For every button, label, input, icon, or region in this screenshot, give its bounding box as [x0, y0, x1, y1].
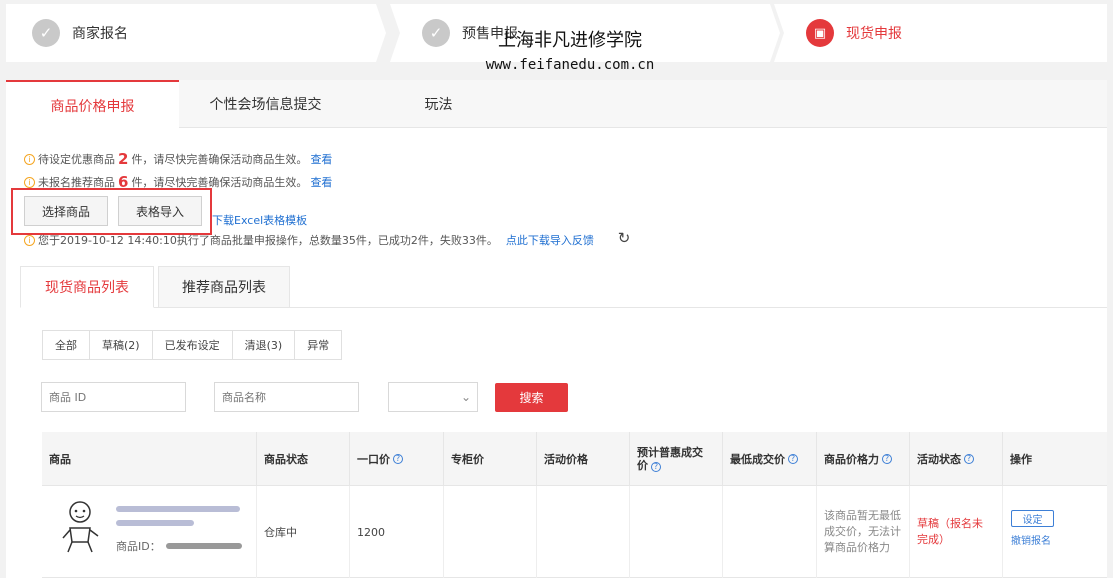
help-icon[interactable]: ? [964, 454, 974, 464]
col-operation: 操作 [1010, 452, 1032, 466]
select-product-button[interactable]: 选择商品 [24, 196, 108, 226]
col-price: 一口价? [350, 432, 444, 486]
status-filter: 全部 草稿(2) 已发布设定 清退(3) 异常 [42, 330, 343, 360]
col-lowest-price: 最低成交价? [723, 432, 817, 486]
col-estimated-price: 预计普惠成交价? [630, 432, 723, 486]
cell-activity-price [537, 486, 630, 578]
col-counter-price: 专柜价 [444, 432, 537, 486]
col-activity-price: 活动价格 [537, 432, 630, 486]
table-row: 商品ID： 仓库中 1200 该商品暂无最低成交价，无法计算商品价格力 草稿（报… [42, 486, 1107, 578]
cell-status: 仓库中 [257, 486, 350, 578]
download-feedback-link[interactable]: 点此下载导入反馈 [506, 232, 594, 248]
cancel-signup-link[interactable]: 撤销报名 [1011, 532, 1051, 547]
notice-pending-discount: i 待设定优惠商品 2 件，请尽快完善确保活动商品生效。 查看 [24, 150, 332, 168]
download-template-link[interactable]: 下载Excel表格模板 [212, 212, 307, 228]
cell-lowest-price [723, 486, 817, 578]
watermark: 上海非凡进修学院 www.feifanedu.com.cn [400, 30, 740, 75]
cell-price-power: 该商品暂无最低成交价，无法计算商品价格力 [817, 486, 910, 578]
product-id-input[interactable] [41, 382, 186, 412]
info-icon: i [24, 153, 35, 165]
info-icon: i [24, 234, 35, 246]
filter-removed[interactable]: 清退(3) [232, 331, 296, 359]
price-power-note: 该商品暂无最低成交价，无法计算商品价格力 [824, 509, 901, 554]
help-icon[interactable]: ? [651, 462, 661, 472]
watermark-url: www.feifanedu.com.cn [485, 57, 655, 73]
step-merchant-signup: ✓ 商家报名 [6, 4, 386, 62]
table-header: 商品 商品状态 一口价? 专柜价 活动价格 预计普惠成交价? 最低成交价? 商品… [42, 432, 1107, 486]
help-icon[interactable]: ? [882, 454, 892, 464]
tab-price-declare[interactable]: 商品价格申报 [6, 80, 179, 129]
help-icon[interactable]: ? [788, 454, 798, 464]
main-tabs: 商品价格申报 个性会场信息提交 玩法 [6, 80, 1107, 129]
tab-stock-products[interactable]: 现货商品列表 [20, 266, 154, 308]
filter-all[interactable]: 全部 [43, 331, 90, 359]
table-import-button[interactable]: 表格导入 [118, 196, 202, 226]
product-id-label: 商品ID： [116, 540, 161, 553]
box-icon: ▣ [806, 19, 834, 47]
chevron-down-icon: ⌄ [460, 390, 471, 404]
set-button[interactable]: 设定 [1011, 510, 1054, 527]
step-stock-declare: ▣ 现货申报 [774, 4, 1107, 62]
pending-count: 2 [118, 150, 129, 168]
filter-abnormal[interactable]: 异常 [295, 331, 342, 359]
cell-counter-price [444, 486, 537, 578]
cell-product: 商品ID： [42, 486, 257, 578]
col-product: 商品 [42, 432, 257, 486]
tab-recommended-products[interactable]: 推荐商品列表 [158, 266, 290, 308]
view-unregistered-link[interactable]: 查看 [310, 174, 332, 190]
check-icon: ✓ [32, 19, 60, 47]
category-select[interactable]: ⌄ [388, 382, 478, 412]
cell-price: 1200 [350, 486, 444, 578]
cell-activity-status: 草稿（报名未完成） [910, 486, 1003, 578]
refresh-icon[interactable]: ↻ [616, 230, 632, 246]
cell-estimated-price [630, 486, 723, 578]
search-button[interactable]: 搜索 [495, 383, 568, 412]
activity-status-text: 草稿（报名未完成） [917, 517, 983, 546]
cell-operation: 设定 撤销报名 [1003, 486, 1107, 578]
filter-draft[interactable]: 草稿(2) [90, 331, 153, 359]
blurred-title [116, 506, 240, 512]
step-label: 现货申报 [846, 26, 902, 42]
col-status: 商品状态 [257, 432, 350, 486]
tab-venue-info[interactable]: 个性会场信息提交 [179, 80, 352, 128]
main-panel: 商品价格申报 个性会场信息提交 玩法 i 待设定优惠商品 2 件，请尽快完善确保… [6, 80, 1107, 578]
help-icon[interactable]: ? [393, 454, 403, 464]
tab-gameplay[interactable]: 玩法 [352, 80, 525, 128]
blurred-id [166, 543, 242, 549]
filter-published[interactable]: 已发布设定 [152, 331, 233, 359]
watermark-name: 上海非凡进修学院 [498, 30, 642, 51]
step-label: 商家报名 [72, 26, 128, 42]
product-name-input[interactable] [214, 382, 359, 412]
import-log: i 您于2019-10-12 14:40:10执行了商品批量申报操作，总数量35… [24, 232, 594, 248]
product-thumbnail[interactable] [60, 498, 102, 556]
view-pending-link[interactable]: 查看 [310, 151, 332, 167]
info-icon: i [24, 176, 35, 188]
col-activity-status: 活动状态? [910, 432, 1003, 486]
col-price-power: 商品价格力? [817, 432, 910, 486]
blurred-title [116, 520, 194, 526]
